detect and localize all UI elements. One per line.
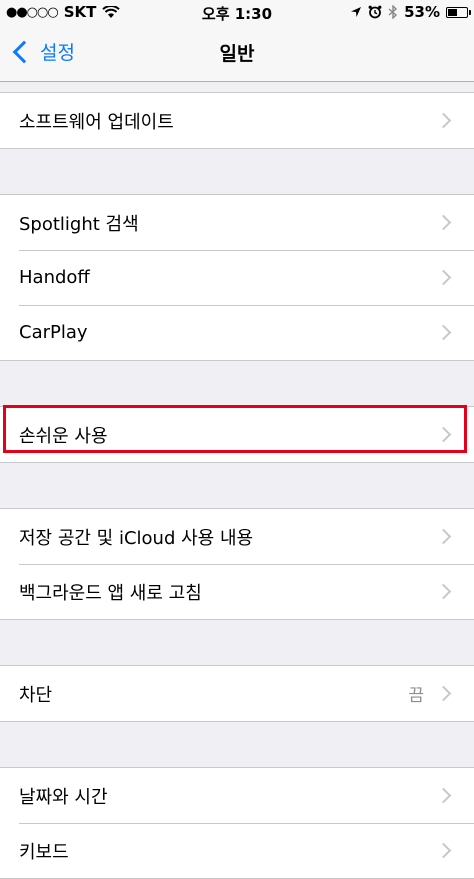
chevron-right-icon: [435, 324, 452, 341]
settings-group-software: 소프트웨어 업데이트: [0, 92, 474, 149]
navigation-bar: 설정 일반: [0, 24, 474, 82]
chevron-right-icon: [435, 112, 452, 129]
chevron-right-icon: [435, 583, 452, 600]
chevron-right-icon: [435, 269, 452, 286]
alarm-icon: [368, 5, 382, 19]
location-icon: [351, 7, 362, 17]
battery-icon: [446, 6, 471, 18]
settings-row-accessibility[interactable]: 손쉬운 사용: [0, 407, 474, 462]
page-title: 일반: [219, 43, 255, 65]
settings-row-storage-icloud[interactable]: 저장 공간 및 iCloud 사용 내용: [0, 509, 474, 564]
settings-row-software-update[interactable]: 소프트웨어 업데이트: [0, 93, 474, 148]
settings-row-background-refresh[interactable]: 백그라운드 앱 새로 고침: [0, 564, 474, 619]
chevron-right-icon: [435, 426, 452, 443]
settings-row-keyboard[interactable]: 키보드: [0, 823, 474, 878]
settings-row-date-time[interactable]: 날짜와 시간: [0, 768, 474, 823]
settings-row-restrictions[interactable]: 차단 끔: [0, 666, 474, 721]
settings-row-carplay[interactable]: CarPlay: [0, 305, 474, 360]
settings-group-datetime: 날짜와 시간 키보드: [0, 767, 474, 879]
settings-row-handoff[interactable]: Handoff: [0, 250, 474, 305]
row-label: CarPlay: [19, 322, 88, 343]
row-label: 차단: [19, 684, 53, 706]
settings-group-features: Spotlight 검색 Handoff CarPlay: [0, 194, 474, 361]
row-label: 소프트웨어 업데이트: [19, 111, 174, 133]
row-label: Handoff: [19, 267, 90, 288]
row-label: Spotlight 검색: [19, 213, 139, 235]
settings-group-accessibility: 손쉬운 사용: [0, 406, 474, 463]
row-label: 손쉬운 사용: [19, 425, 108, 447]
bluetooth-icon: [388, 5, 398, 19]
row-detail-value: 끔: [408, 686, 424, 706]
chevron-right-icon: [435, 214, 452, 231]
settings-group-restrictions: 차단 끔: [0, 665, 474, 722]
row-label: 저장 공간 및 iCloud 사용 내용: [19, 527, 254, 549]
chevron-right-icon: [435, 842, 452, 859]
row-label: 키보드: [19, 841, 69, 863]
battery-percent: 53%: [404, 3, 440, 21]
chevron-right-icon: [435, 685, 452, 702]
row-label: 백그라운드 앱 새로 고침: [19, 582, 202, 604]
settings-group-storage: 저장 공간 및 iCloud 사용 내용 백그라운드 앱 새로 고침: [0, 508, 474, 620]
chevron-right-icon: [435, 528, 452, 545]
row-label: 날짜와 시간: [19, 786, 108, 808]
status-bar: ●●○○○ SKT 오후 1:30 53%: [0, 0, 474, 24]
settings-row-spotlight[interactable]: Spotlight 검색: [0, 195, 474, 250]
chevron-right-icon: [435, 787, 452, 804]
